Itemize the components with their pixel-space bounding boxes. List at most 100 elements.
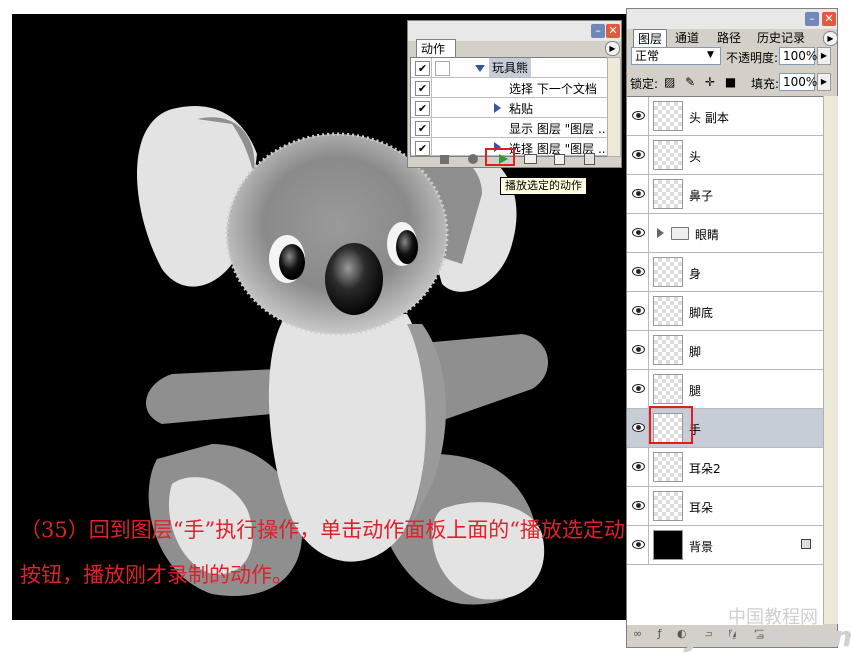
layer-row[interactable]: 头 副本 xyxy=(627,97,823,136)
chevron-down-icon[interactable]: ▼ xyxy=(707,50,714,60)
layers-panel: – ✕ 图层 通道 路径 历史记录 ▶ 正常 ▼ 不透明度: 100% ▶ 锁定… xyxy=(626,8,838,648)
eye-icon[interactable] xyxy=(632,461,645,472)
layer-thumbnail xyxy=(653,257,683,287)
column-divider xyxy=(648,253,649,291)
layer-name: 腿 xyxy=(689,384,702,398)
layers-scrollbar[interactable] xyxy=(823,96,838,624)
close-icon[interactable]: ✕ xyxy=(822,12,836,26)
lock-icon xyxy=(801,539,811,549)
layer-row[interactable]: 脚 xyxy=(627,331,823,370)
fill-field[interactable]: 100% xyxy=(779,73,817,91)
caption-line-1: （35）回到图层“手”执行操作，单击动作面板上面的“播放选定动作” xyxy=(20,518,626,542)
actions-scrollbar[interactable] xyxy=(607,57,621,157)
actions-panel: – ✕ 动作 ▶ ✔ 玩具熊 ✔ 选择 下一个文档 ✔ 粘贴 ✔ 显示 图层 "… xyxy=(407,20,622,168)
tab-paths[interactable]: 路径 xyxy=(713,29,745,47)
layer-name: 身 xyxy=(689,267,702,281)
tab-layers[interactable]: 图层 xyxy=(633,29,668,47)
eye-icon[interactable] xyxy=(632,539,645,550)
new-action-icon[interactable] xyxy=(554,154,565,165)
layer-thumbnail xyxy=(653,101,683,131)
stop-icon[interactable] xyxy=(440,155,449,164)
layer-name: 脚底 xyxy=(689,306,714,320)
action-item-row[interactable]: ✔ 选择 下一个文档 xyxy=(411,78,607,98)
expand-down-icon[interactable] xyxy=(475,65,485,72)
action-set-name: 玩具熊 xyxy=(489,58,532,77)
layer-row[interactable]: 身 xyxy=(627,253,823,292)
opacity-field[interactable]: 100% xyxy=(779,47,817,65)
eye-icon[interactable] xyxy=(632,149,645,160)
layer-row[interactable]: 耳朵 xyxy=(627,487,823,526)
check-icon[interactable]: ✔ xyxy=(415,61,430,76)
dialog-toggle-icon[interactable] xyxy=(435,61,450,76)
layer-name: 鼻子 xyxy=(689,189,714,203)
layer-name: 耳朵 xyxy=(689,501,714,515)
play-highlight-box xyxy=(485,148,515,166)
eye-icon[interactable] xyxy=(632,305,645,316)
layer-thumbnail xyxy=(653,530,683,560)
check-icon[interactable]: ✔ xyxy=(415,121,430,136)
selected-layer-highlight-box xyxy=(649,406,693,444)
expand-right-icon[interactable] xyxy=(494,103,501,113)
eye-icon[interactable] xyxy=(632,500,645,511)
opacity-arrow-icon[interactable]: ▶ xyxy=(817,47,831,65)
column-divider xyxy=(648,331,649,369)
column-divider xyxy=(648,214,649,252)
new-set-icon[interactable] xyxy=(524,154,537,164)
eye-icon[interactable] xyxy=(632,266,645,277)
eye-icon[interactable] xyxy=(632,344,645,355)
eye-icon[interactable] xyxy=(632,188,645,199)
check-icon[interactable]: ✔ xyxy=(415,141,430,156)
tab-history[interactable]: 历史记录 xyxy=(753,29,809,47)
record-icon[interactable] xyxy=(468,154,478,164)
layer-row[interactable]: 腿 xyxy=(627,370,823,409)
layer-thumbnail xyxy=(653,140,683,170)
actions-titlebar xyxy=(408,21,621,41)
layer-row[interactable]: 头 xyxy=(627,136,823,175)
layer-row[interactable]: 鼻子 xyxy=(627,175,823,214)
panel-menu-icon[interactable]: ▶ xyxy=(605,41,620,56)
opacity-label: 不透明度: xyxy=(726,51,779,65)
layer-row[interactable]: 脚底 xyxy=(627,292,823,331)
layer-thumbnail xyxy=(653,374,683,404)
tab-channels[interactable]: 通道 xyxy=(671,29,703,47)
trash-icon[interactable] xyxy=(584,153,595,165)
layer-thumbnail xyxy=(653,296,683,326)
lock-icons[interactable]: ▨ ✎ ✛ ■ xyxy=(664,75,739,89)
layer-name: 背景 xyxy=(689,540,714,554)
column-divider xyxy=(648,448,649,486)
watermark-site: JCWcn.com xyxy=(688,620,851,653)
eye-icon[interactable] xyxy=(632,383,645,394)
action-item-row[interactable]: ✔ 显示 图层 "图层 ... xyxy=(411,118,609,138)
check-icon[interactable]: ✔ xyxy=(415,101,430,116)
fill-label: 填充: xyxy=(751,77,780,91)
lock-label: 锁定: xyxy=(630,77,659,91)
layers-list: 头 副本头鼻子 眼睛身脚底脚腿手耳朵2 耳朵 背景 xyxy=(627,96,823,625)
action-item-label: 选择 下一个文档 xyxy=(509,82,597,96)
eye-icon[interactable] xyxy=(632,422,645,433)
action-set-row[interactable]: ✔ 玩具熊 xyxy=(411,58,607,78)
column-divider xyxy=(648,97,649,135)
panel-menu-icon[interactable]: ▶ xyxy=(823,31,838,46)
layer-name: 头 xyxy=(689,150,702,164)
action-item-row[interactable]: ✔ 粘贴 xyxy=(411,98,607,118)
layer-row[interactable]: 耳朵2 xyxy=(627,448,823,487)
close-icon[interactable]: ✕ xyxy=(606,24,620,38)
column-divider xyxy=(648,526,649,564)
expand-right-icon[interactable] xyxy=(657,228,664,238)
caption-line-2: 按钮，播放刚才录制的动作。 xyxy=(20,563,293,587)
layer-thumbnail xyxy=(653,491,683,521)
minimize-icon[interactable]: – xyxy=(805,12,819,26)
check-icon[interactable]: ✔ xyxy=(415,81,430,96)
column-divider xyxy=(648,136,649,174)
eye-icon[interactable] xyxy=(632,110,645,121)
layer-row[interactable]: 眼睛 xyxy=(627,214,823,253)
fill-arrow-icon[interactable]: ▶ xyxy=(817,73,831,91)
layer-name: 耳朵2 xyxy=(689,462,721,476)
layer-thumbnail xyxy=(653,335,683,365)
layer-row[interactable]: 背景 xyxy=(627,526,823,565)
eye-icon[interactable] xyxy=(632,227,645,238)
column-divider xyxy=(648,370,649,408)
tab-actions[interactable]: 动作 xyxy=(416,39,456,57)
layer-name: 头 副本 xyxy=(689,111,729,125)
minimize-icon[interactable]: – xyxy=(591,24,605,38)
